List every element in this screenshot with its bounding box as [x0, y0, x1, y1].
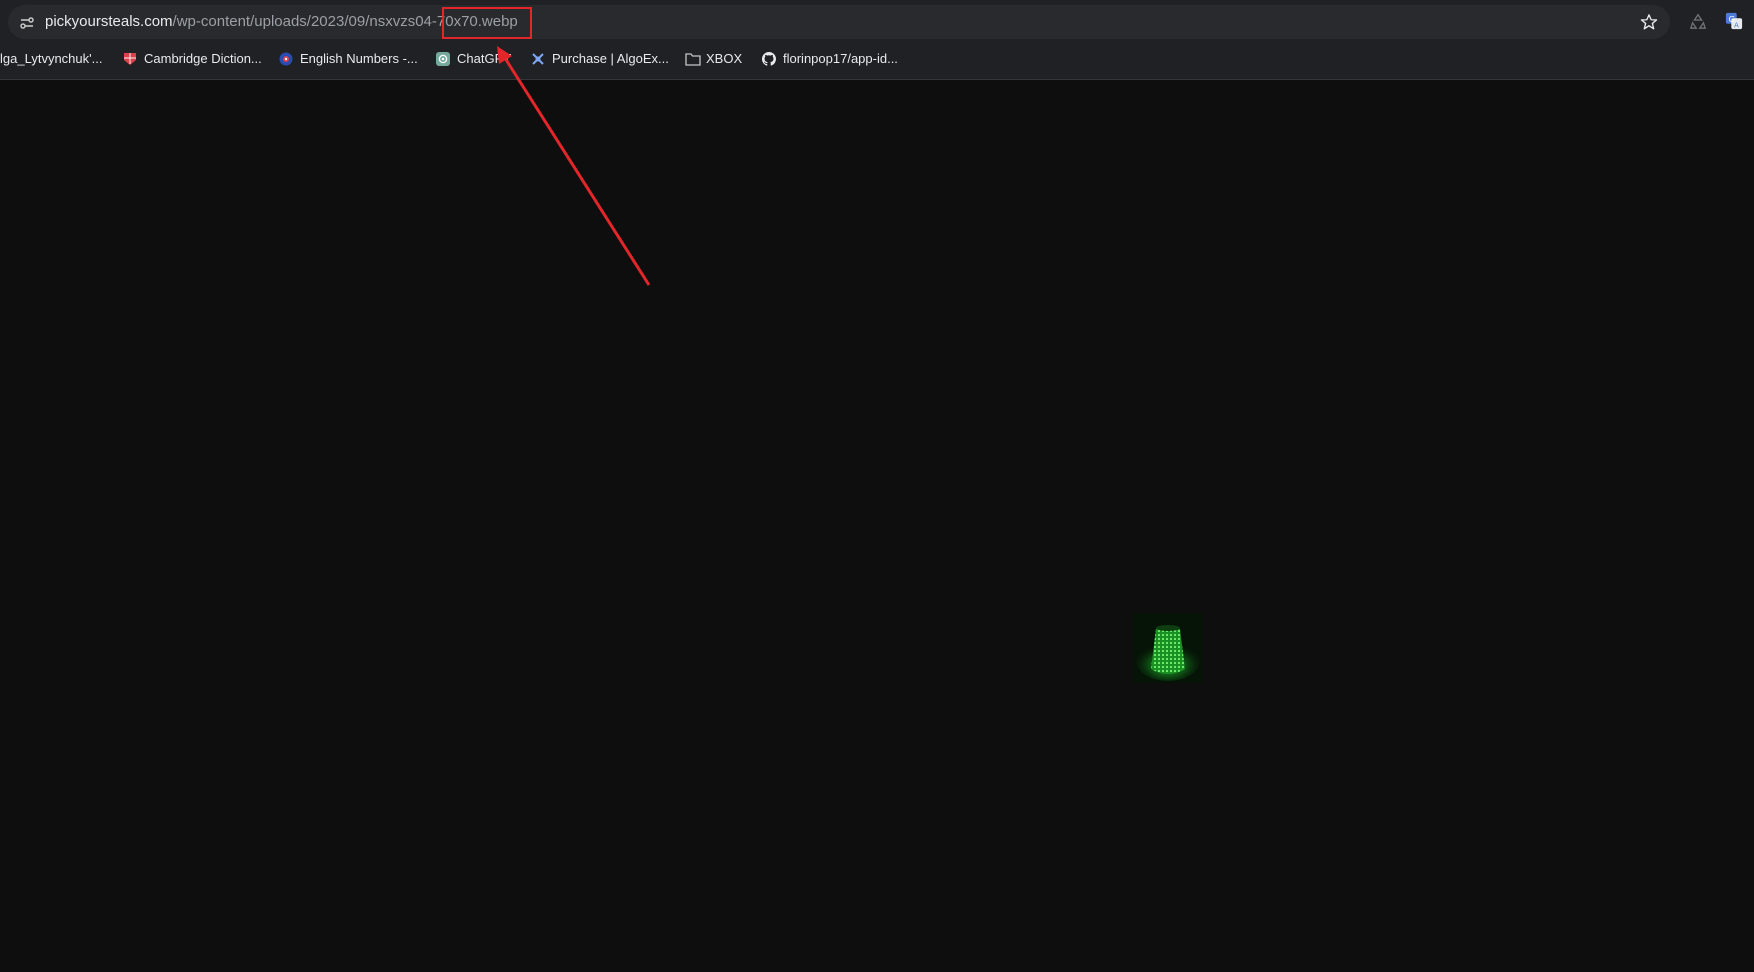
chatgpt-icon — [436, 52, 450, 66]
bookmark-label: English Numbers -... — [300, 51, 418, 66]
bookmark-label: Purchase | AlgoEx... — [552, 51, 669, 66]
bookmark-label: XBOX — [706, 51, 743, 66]
annotation-highlight-box — [442, 7, 532, 39]
algoexpert-icon — [532, 53, 544, 65]
bookmark-label: Cambridge Diction... — [144, 51, 262, 66]
browser-toolbar: pickyoursteals.com/wp-content/uploads/20… — [0, 0, 1754, 80]
site-info-icon[interactable] — [19, 15, 35, 31]
svg-text:A: A — [1734, 20, 1739, 29]
page-viewport — [0, 80, 1754, 972]
bookmark-star-icon[interactable] — [1640, 13, 1658, 31]
green-led-lamp-image — [1133, 613, 1203, 683]
translate-icon[interactable]: G A — [1725, 12, 1743, 30]
cambridge-icon — [124, 53, 136, 65]
bookmark-label: ChatGPT — [457, 51, 512, 66]
recycle-icon[interactable] — [1689, 12, 1707, 30]
github-icon — [762, 52, 776, 66]
address-bar[interactable]: pickyoursteals.com/wp-content/uploads/20… — [8, 5, 1670, 39]
bookmark-label: florinpop17/app-id... — [783, 51, 898, 66]
bookmarks-bar: lga_Lytvynchuk'... Cambridge Diction... … — [0, 44, 1754, 74]
english-numbers-icon — [279, 52, 293, 66]
url-host: pickyoursteals.com — [45, 13, 173, 30]
bookmark-label: lga_Lytvynchuk'... — [0, 51, 103, 66]
folder-icon — [685, 53, 701, 66]
